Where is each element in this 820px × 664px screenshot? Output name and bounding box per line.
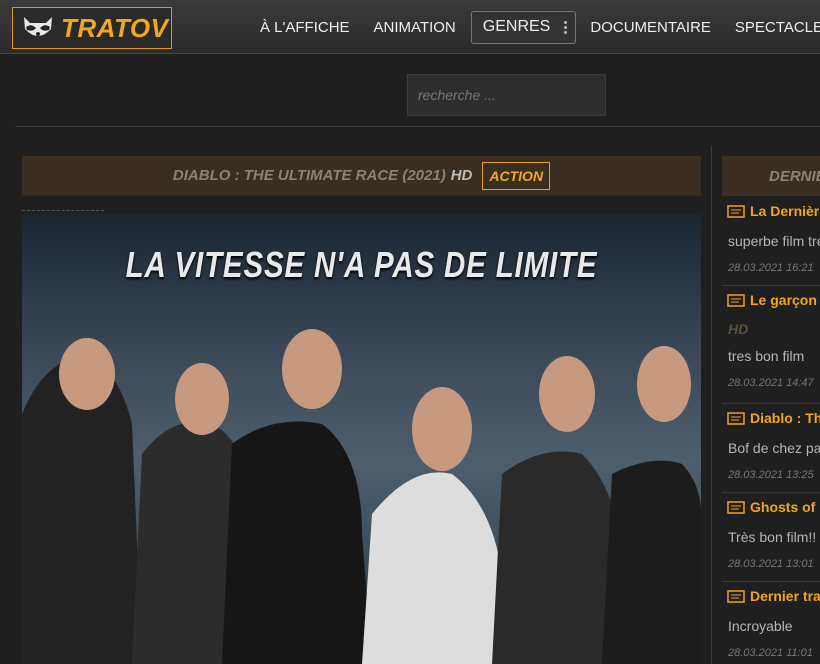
- divider: [722, 285, 820, 286]
- comment-item[interactable]: Dernier train Incroyable 28.03.2021 11:0…: [722, 586, 820, 662]
- nav-genres-dropdown[interactable]: GENRES: [470, 10, 577, 44]
- comment-title[interactable]: Le garçon: [750, 292, 817, 308]
- site-logo[interactable]: TRATOV: [12, 7, 172, 49]
- comment-text: superbe film tres: [728, 233, 820, 249]
- comment-date: 28.03.2021 11:01: [728, 647, 813, 659]
- top-navigation-bar: TRATOV À L'AFFICHE ANIMATION GENRES DOCU…: [0, 0, 820, 54]
- vertical-dots-icon: [564, 20, 568, 34]
- nav-genres-label: GENRES: [482, 18, 551, 35]
- divider: [22, 210, 104, 211]
- divider: [722, 581, 820, 582]
- comment-item[interactable]: Ghosts of Très bon film!! 28.03.2021 13:…: [722, 497, 820, 573]
- genre-tag-link[interactable]: ACTION: [482, 161, 551, 190]
- comment-quality: HD: [728, 321, 749, 337]
- divider: [722, 403, 820, 404]
- comment-item[interactable]: La Dernière superbe film tres 28.03.2021…: [722, 201, 820, 277]
- comment-text: tres bon film: [728, 348, 805, 364]
- main-nav: À L'AFFICHE ANIMATION GENRES DOCUMENTAIR…: [260, 0, 820, 54]
- sidebar-title: DERNIERS COMMENTAIRES: [722, 156, 820, 196]
- comment-icon: [727, 293, 745, 307]
- comment-icon: [727, 589, 745, 603]
- movie-poster[interactable]: LA VITESSE N'A PAS DE LIMITE: [22, 214, 701, 664]
- comment-title[interactable]: Dernier train: [750, 588, 820, 604]
- comment-date: 28.03.2021 16:21: [728, 262, 814, 274]
- comment-title[interactable]: Ghosts of: [750, 499, 815, 515]
- movie-title-bar: DIABLO : THE ULTIMATE RACE (2021) HD ACT…: [22, 156, 701, 196]
- logo-text: TRATOV: [61, 12, 169, 43]
- column-divider: [711, 146, 712, 664]
- comment-title[interactable]: La Dernière: [750, 203, 820, 219]
- raccoon-logo-icon: [24, 17, 52, 36]
- comment-date: 28.03.2021 13:01: [728, 558, 814, 570]
- comment-date: 28.03.2021 14:47: [728, 377, 814, 389]
- nav-a-laffiche[interactable]: À L'AFFICHE: [260, 19, 350, 36]
- divider: [722, 492, 820, 493]
- poster-figures: [22, 329, 701, 664]
- comment-text: Très bon film!!: [728, 529, 817, 545]
- comment-text: Incroyable: [728, 618, 793, 634]
- nav-spectacle[interactable]: SPECTACLE: [735, 19, 820, 36]
- comment-title[interactable]: Diablo : The: [750, 410, 820, 426]
- search-input[interactable]: [407, 74, 606, 116]
- comment-item[interactable]: Le garçon HD tres bon film 28.03.2021 14…: [722, 290, 820, 392]
- nav-animation[interactable]: ANIMATION: [374, 19, 456, 36]
- comment-item[interactable]: Diablo : The Bof de chez pas 28.03.2021 …: [722, 408, 820, 484]
- divider: [15, 126, 820, 127]
- movie-title: DIABLO : THE ULTIMATE RACE (2021): [172, 167, 446, 184]
- comment-icon: [727, 411, 745, 425]
- comment-date: 28.03.2021 13:25: [728, 469, 814, 481]
- comment-text: Bof de chez pas: [728, 440, 820, 456]
- comment-icon: [727, 204, 745, 218]
- quality-badge: HD: [450, 167, 473, 184]
- comment-icon: [727, 500, 745, 514]
- nav-documentaire[interactable]: DOCUMENTAIRE: [590, 19, 711, 36]
